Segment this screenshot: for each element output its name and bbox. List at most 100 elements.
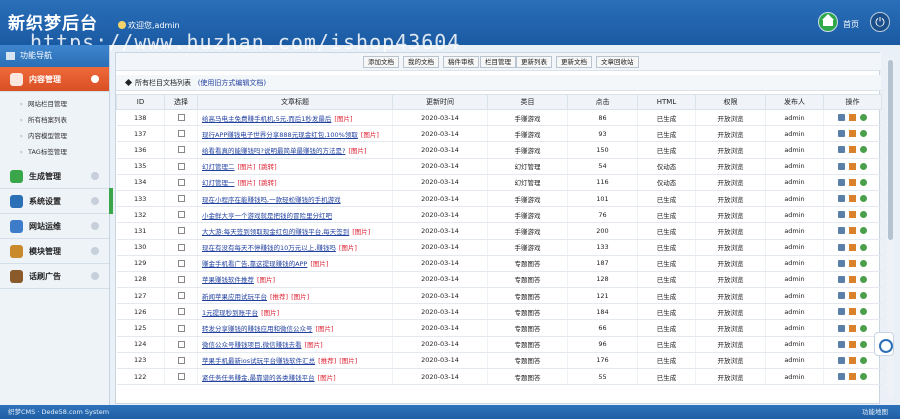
footer-sitemap-link[interactable]: 功能地图 — [862, 405, 888, 419]
sidebar-item[interactable]: 生成管理 — [0, 164, 109, 189]
row-category[interactable]: 幻灯管理 — [487, 158, 568, 175]
home-link[interactable]: 首页 — [843, 19, 859, 30]
sidebar-item[interactable]: 话刷广告 — [0, 264, 109, 289]
sidebar-item[interactable]: 系统设置 — [0, 189, 109, 214]
list-hint[interactable]: (使用旧方式编辑文档) — [198, 79, 266, 87]
home-icon[interactable] — [818, 12, 838, 32]
edit-icon[interactable] — [849, 211, 856, 219]
toolbar-button[interactable]: 稿件审核 — [443, 56, 479, 68]
delete-icon[interactable] — [860, 211, 867, 219]
view-icon[interactable] — [838, 340, 845, 348]
view-icon[interactable] — [838, 324, 845, 332]
article-title-link[interactable]: 幻灯管理一 — [202, 179, 235, 187]
delete-icon[interactable] — [860, 259, 867, 267]
sidebar-toggle-handle[interactable] — [109, 188, 113, 214]
article-title-link[interactable]: 1元提现秒到账平台 — [202, 309, 258, 317]
edit-icon[interactable] — [849, 292, 856, 300]
view-icon[interactable] — [838, 162, 845, 170]
delete-icon[interactable] — [860, 146, 867, 154]
row-category[interactable]: 专题图答 — [487, 303, 568, 321]
edit-icon[interactable] — [849, 227, 856, 235]
row-checkbox[interactable] — [177, 130, 185, 138]
view-icon[interactable] — [838, 373, 845, 381]
row-category[interactable]: 手赚游戏 — [487, 109, 568, 127]
sidebar-item[interactable]: 网站运维 — [0, 214, 109, 239]
view-icon[interactable] — [838, 243, 845, 251]
view-icon[interactable] — [838, 259, 845, 267]
row-category[interactable]: 手赚游戏 — [487, 206, 568, 224]
edit-icon[interactable] — [849, 340, 856, 348]
delete-icon[interactable] — [860, 195, 867, 203]
article-title-link[interactable]: 大大游:每天签到领取现金红包的赚钱平台,每天签到 — [202, 228, 349, 236]
row-checkbox[interactable] — [177, 308, 185, 316]
delete-icon[interactable] — [860, 340, 867, 348]
edit-icon[interactable] — [849, 178, 856, 186]
toolbar-button[interactable]: 栏目管理 — [480, 56, 516, 68]
article-title-link[interactable]: 赚金手机看广告,靠这提现赚钱的APP — [202, 260, 307, 268]
row-category[interactable]: 专题图答 — [487, 336, 568, 353]
article-title-link[interactable]: 现行APP赚钱电子世界分享888元现金红包,100%领取 — [202, 131, 358, 139]
row-category[interactable]: 专题图答 — [487, 352, 568, 370]
toolbar-button[interactable]: 我的文档 — [403, 56, 439, 68]
article-title-link[interactable]: 紧任务任务赚金,最靠谱的各类赚钱平台 — [202, 374, 315, 382]
edit-icon[interactable] — [849, 114, 856, 122]
sidebar-item-content[interactable]: 内容管理 — [0, 67, 109, 92]
view-icon[interactable] — [838, 130, 845, 138]
sidebar-subitem[interactable]: TAG标签管理 — [18, 144, 109, 160]
row-category[interactable]: 专题图答 — [487, 255, 568, 272]
edit-icon[interactable] — [849, 324, 856, 332]
scrollbar-thumb[interactable] — [888, 60, 893, 240]
row-checkbox[interactable] — [177, 162, 185, 170]
delete-icon[interactable] — [860, 130, 867, 138]
article-title-link[interactable]: 现在小程序在能赚钱吗,一款轻松赚钱的手机游戏 — [202, 196, 341, 204]
view-icon[interactable] — [838, 114, 845, 122]
row-checkbox[interactable] — [177, 340, 185, 348]
row-checkbox[interactable] — [177, 292, 185, 300]
article-title-link[interactable]: 转发分享赚钱的赚钱应用和微信公众号 — [202, 325, 313, 333]
edit-icon[interactable] — [849, 356, 856, 364]
toolbar-button[interactable]: 添加文档 — [363, 56, 399, 68]
view-icon[interactable] — [838, 308, 845, 316]
toolbar-button[interactable]: 更新文档 — [556, 56, 592, 68]
delete-icon[interactable] — [860, 308, 867, 316]
article-title-link[interactable]: 幻灯管理二 — [202, 163, 235, 171]
row-checkbox[interactable] — [177, 146, 185, 154]
row-category[interactable]: 手赚游戏 — [487, 239, 568, 256]
view-icon[interactable] — [838, 292, 845, 300]
row-category[interactable]: 专题图答 — [487, 319, 568, 337]
sidebar-subitem[interactable]: 网站栏目管理 — [18, 96, 109, 112]
view-icon[interactable] — [838, 211, 845, 219]
delete-icon[interactable] — [860, 178, 867, 186]
row-checkbox[interactable] — [177, 373, 185, 381]
row-checkbox[interactable] — [177, 114, 185, 122]
view-icon[interactable] — [838, 227, 845, 235]
delete-icon[interactable] — [860, 114, 867, 122]
article-title-link[interactable]: 现在有没有每天不停赚钱的10万元以上,赚钱吗 — [202, 244, 336, 252]
row-category[interactable]: 专题图答 — [487, 287, 568, 305]
row-category[interactable]: 手赚游戏 — [487, 125, 568, 143]
delete-icon[interactable] — [860, 324, 867, 332]
delete-icon[interactable] — [860, 275, 867, 283]
article-title-link[interactable]: 给看看真的能赚钱吗?说明最简单最赚钱的方法是? — [202, 147, 345, 155]
delete-icon[interactable] — [860, 292, 867, 300]
edit-icon[interactable] — [849, 373, 856, 381]
edit-icon[interactable] — [849, 162, 856, 170]
row-category[interactable]: 手赚游戏 — [487, 222, 568, 240]
view-icon[interactable] — [838, 356, 845, 364]
delete-icon[interactable] — [860, 356, 867, 364]
edit-icon[interactable] — [849, 146, 856, 154]
view-icon[interactable] — [838, 195, 845, 203]
delete-icon[interactable] — [860, 243, 867, 251]
logout-power-icon[interactable]: ⏻ — [870, 12, 890, 32]
row-checkbox[interactable] — [177, 243, 185, 251]
row-category[interactable]: 专题图答 — [487, 271, 568, 289]
row-checkbox[interactable] — [177, 227, 185, 235]
edit-icon[interactable] — [849, 308, 856, 316]
sidebar-subitem[interactable]: 所有档案列表 — [18, 112, 109, 128]
row-category[interactable]: 手赚游戏 — [487, 190, 568, 208]
row-category[interactable]: 专题图答 — [487, 368, 568, 386]
row-checkbox[interactable] — [177, 178, 185, 186]
sidebar-subitem[interactable]: 内容模型管理 — [18, 128, 109, 144]
view-icon[interactable] — [838, 146, 845, 154]
article-title-link[interactable]: 苹果手机最新ios试玩平台赚钱软件汇总 — [202, 357, 315, 365]
